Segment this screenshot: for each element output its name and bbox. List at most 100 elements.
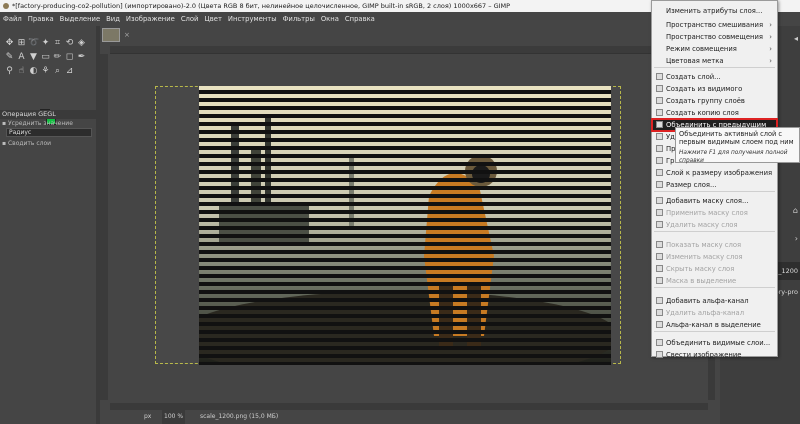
menu-0[interactable]: Файл (3, 15, 22, 23)
menu-item-label: Цветовая метка (666, 57, 724, 65)
context-menu-item[interactable]: Создать копию слоя (652, 107, 777, 119)
paintbrush-icon[interactable]: ✏ (52, 52, 63, 63)
context-menu-item: Удалить альфа-канал (652, 307, 777, 319)
menu-item-label: Альфа-канал в выделение (666, 321, 761, 329)
menu-item-icon (656, 181, 663, 188)
menu-7[interactable]: Инструменты (228, 15, 277, 23)
context-menu-item[interactable]: Размер слоя... (652, 179, 777, 191)
context-menu-item[interactable]: Слой к размеру изображения (652, 167, 777, 179)
menu-3[interactable]: Вид (106, 15, 120, 23)
smudge-tool-icon[interactable]: ☝ (16, 66, 27, 77)
image-tab-close-icon[interactable]: × (124, 31, 130, 39)
menu-item-label: Показать маску слоя (666, 241, 742, 249)
unit-selector[interactable]: px (144, 410, 151, 424)
context-menu-item[interactable]: Добавить альфа-канал (652, 295, 777, 307)
horizontal-scrollbar[interactable] (110, 403, 708, 410)
clone-tool-icon[interactable]: ⚲ (4, 66, 15, 77)
gimp-logo-icon (3, 3, 9, 9)
menu-item-label: Маска в выделение (666, 277, 737, 285)
warp-tool-icon[interactable]: ◈ (76, 38, 87, 49)
zoom-selector[interactable]: 100 % (162, 410, 186, 424)
menu-item-icon (656, 169, 663, 176)
menu-item-label: Применить маску слоя (666, 209, 748, 217)
menu-item-icon (656, 197, 663, 204)
toolbox: ✥ ⊞ ➰ ✦ ⌗ ⟲ ◈ ✎ A ▼ ▭ ✏ ◻ ✒ ⚲ ☝ ◐ ⚘ ⌕ ⊿ (0, 26, 96, 424)
menu-item-label: Добавить маску слоя... (666, 197, 749, 205)
layer-context-menu: Изменить атрибуты слоя... Пространство см… (651, 0, 778, 359)
menu-item-label: Удалить маску слоя (666, 221, 738, 229)
context-menu-item[interactable]: Создать из видимого (652, 83, 777, 95)
tool-options-title: Операция GEGL (0, 110, 96, 119)
gimp-window: *[factory-producing-co2-pollution] (импо… (0, 0, 800, 424)
menu-item-label: Изменить маску слоя (666, 253, 743, 261)
fuzzy-select-icon[interactable]: ✦ (40, 38, 51, 49)
dock-arrow-icon[interactable]: › (795, 234, 798, 243)
tooltip-hint: Нажмите F1 для получения полной справки (679, 150, 788, 164)
menu-item-label: Режим совмещения (666, 45, 737, 53)
gradient-tool-icon[interactable]: ▭ (40, 52, 51, 63)
menu-item-icon (656, 85, 663, 92)
menu-item-label: Слой к размеру изображения (666, 169, 773, 177)
context-menu-item[interactable]: Объединить видимые слои... (652, 337, 777, 349)
menu-item-icon (656, 221, 663, 228)
context-menu-item[interactable]: Свести изображение (652, 349, 777, 361)
color-picker-icon[interactable]: ⚘ (40, 66, 51, 77)
image-tabs (100, 26, 720, 46)
context-menu-item[interactable]: Создать слой... (652, 71, 777, 83)
lasso-tool-icon[interactable]: ➰ (28, 38, 39, 49)
horizontal-ruler[interactable] (110, 46, 715, 54)
context-menu-item: Применить маску слоя (652, 207, 777, 219)
menu-9[interactable]: Окна (321, 15, 339, 23)
menu-2[interactable]: Выделение (60, 15, 100, 23)
menu-1[interactable]: Правка (28, 15, 54, 23)
merge-layers-checkbox[interactable]: ▪ Сводить слои (2, 140, 51, 147)
status-file-info: scale_1200.png (15,0 МБ) (200, 413, 279, 420)
menu-10[interactable]: Справка (345, 15, 375, 23)
context-menu-item: Показать маску слоя (652, 239, 777, 251)
paths-tool-icon[interactable]: ✎ (4, 52, 15, 63)
merge-layers-label: Сводить слои (7, 140, 52, 147)
lock-icon[interactable]: ⌂ (793, 206, 798, 215)
image-tab-thumbnail[interactable] (102, 28, 120, 42)
crop-tool-icon[interactable]: ⌗ (52, 38, 63, 49)
menu-item-label: Изменить атрибуты слоя... (666, 7, 763, 15)
context-menu-item[interactable]: Цветовая метка › (652, 55, 777, 67)
menu-item-label: Размер слоя... (666, 181, 717, 189)
menu-item-label: Объединить видимые слои... (666, 339, 771, 347)
measure-tool-icon[interactable]: ⊿ (64, 66, 75, 77)
menu-separator (654, 191, 775, 192)
move-tool-icon[interactable]: ✥ (4, 38, 15, 49)
dock-menu-icon[interactable]: ◂ (794, 34, 798, 43)
context-menu-item: Изменить маску слоя (652, 251, 777, 263)
vertical-ruler[interactable] (100, 54, 108, 400)
eraser-icon[interactable]: ◻ (64, 52, 75, 63)
context-menu-item[interactable]: Изменить атрибуты слоя... (652, 5, 777, 17)
context-menu-item[interactable]: Создать группу слоёв (652, 95, 777, 107)
dodge-burn-icon[interactable]: ◐ (28, 66, 39, 77)
context-menu-item[interactable]: Альфа-канал в выделение (652, 319, 777, 331)
menu-4[interactable]: Изображение (126, 15, 175, 23)
window-title: *[factory-producing-co2-pollution] (импо… (12, 2, 511, 10)
context-menu-item[interactable]: Пространство совмещения › (652, 31, 777, 43)
menu-6[interactable]: Цвет (204, 15, 221, 23)
align-tool-icon[interactable]: ⊞ (16, 38, 27, 49)
context-menu-item[interactable]: Пространство смешивания › (652, 19, 777, 31)
unified-transform-icon[interactable]: ⟲ (64, 38, 75, 49)
image-canvas[interactable] (199, 86, 611, 365)
text-tool-icon[interactable]: A (16, 52, 27, 63)
context-menu-item[interactable]: Добавить маску слоя... (652, 195, 777, 207)
factory-pollution-photo (199, 86, 611, 365)
radius-field[interactable]: Радиус (6, 128, 92, 137)
menu-8[interactable]: Фильтры (283, 15, 315, 23)
menu-5[interactable]: Слой (181, 15, 199, 23)
menu-item-label: Создать слой... (666, 73, 721, 81)
average-checkbox[interactable]: ▪ Усреднить значение (2, 120, 73, 127)
menu-item-label: Пространство совмещения (666, 33, 763, 41)
airbrush-icon[interactable]: ✒ (76, 52, 87, 63)
bucket-fill-icon[interactable]: ▼ (28, 52, 39, 63)
menu-item-icon (656, 145, 663, 152)
zoom-tool-icon[interactable]: ⌕ (52, 66, 63, 77)
menu-item-label: Пространство смешивания (666, 21, 764, 29)
submenu-arrow-icon: › (769, 57, 772, 65)
context-menu-item[interactable]: Режим совмещения › (652, 43, 777, 55)
